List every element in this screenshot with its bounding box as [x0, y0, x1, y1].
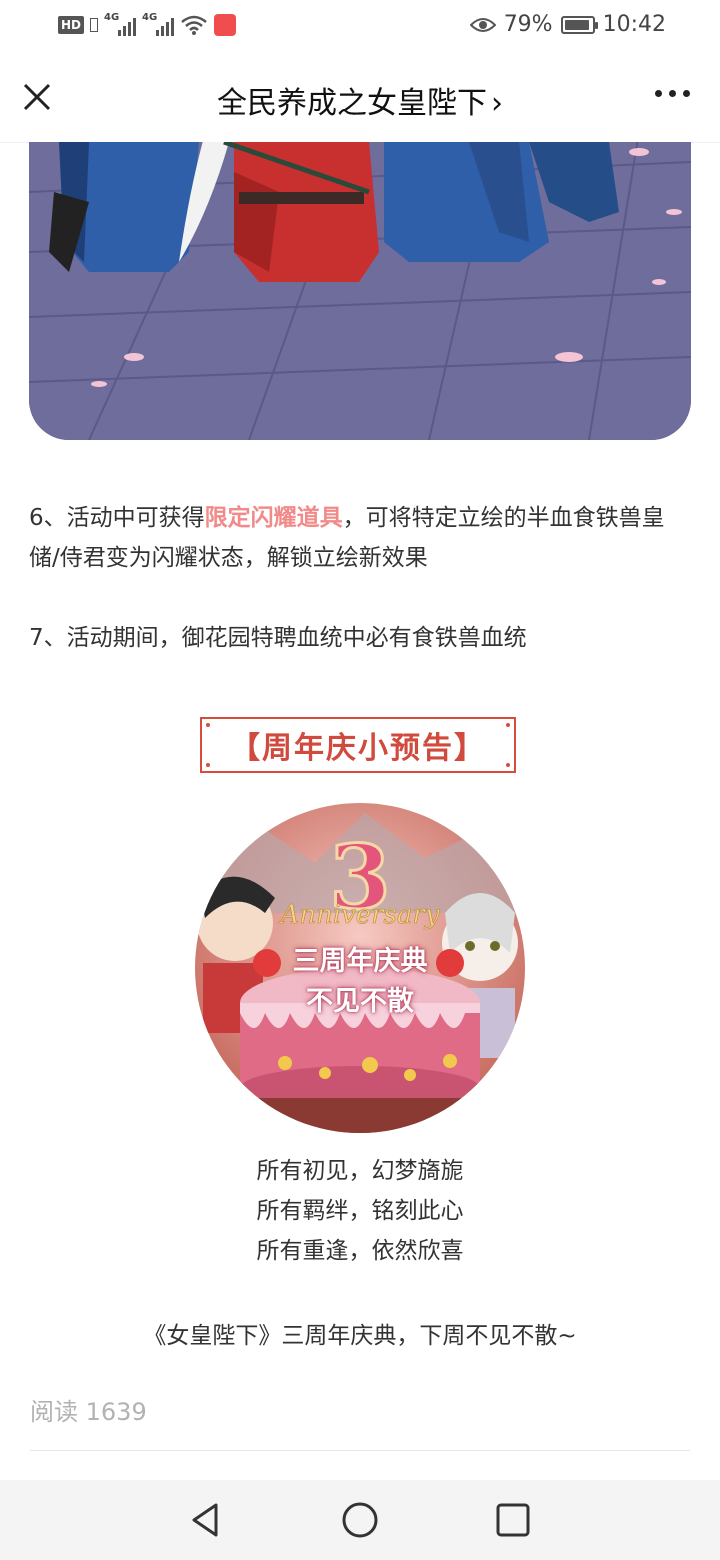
banner-illustration: [29, 142, 691, 440]
closing-line: 《女皇陛下》三周年庆典，下周不见不散~: [143, 1323, 577, 1349]
preview-heading: 【周年庆小预告】: [200, 717, 516, 773]
read-label: 阅读: [30, 1398, 78, 1426]
signal-1-label: 4G: [104, 12, 120, 23]
recents-square-icon: [496, 1503, 530, 1537]
chevron-right-icon: ›: [491, 86, 503, 121]
back-triangle-icon: [192, 1503, 218, 1537]
page-title: 全民养成之女皇陛下: [217, 86, 487, 121]
item-6-paragraph: 6、活动中可获得限定闪耀道具，可将特定立绘的半血食铁兽皇储/侍君变为闪耀状态，解…: [29, 498, 695, 578]
nav-recents-button[interactable]: [493, 1500, 533, 1540]
poem-line-3: 所有重逢，依然欣喜: [256, 1238, 464, 1264]
anniversary-word: Anniversary: [278, 900, 439, 930]
battery-icon: [560, 15, 598, 34]
wifi-icon: [180, 14, 208, 36]
signal-2-label: 4G: [142, 12, 158, 23]
read-count-value: 1639: [85, 1398, 147, 1426]
more-dot-icon: [683, 90, 690, 97]
home-circle-icon: [342, 1502, 378, 1538]
preview-heading-text: 【周年庆小预告】: [230, 731, 486, 766]
signal-icon-2: 4G: [142, 12, 175, 36]
close-button[interactable]: [20, 80, 54, 114]
poem-line-1: 所有初见，幻梦旖旎: [256, 1158, 464, 1184]
status-left-icons: HD 4G 4G: [58, 12, 237, 36]
status-bar: HD 4G 4G 79% 10:42: [0, 0, 720, 56]
banner-image: [29, 142, 691, 440]
status-right-icons: 79% 10:42: [469, 12, 666, 37]
anniversary-image: 3 Anniversary 三周年庆典 不见不散: [195, 803, 525, 1133]
image-caption-line1: 三周年庆典: [292, 946, 428, 977]
poem-line-2: 所有羁绊，铭刻此心: [256, 1198, 464, 1224]
system-nav-bar: [0, 1480, 720, 1560]
signal-icon-1: 4G: [104, 12, 137, 36]
account-title-link[interactable]: 全民养成之女皇陛下 ›: [110, 78, 610, 122]
image-caption-line2: 不见不散: [306, 986, 414, 1017]
eye-icon: [469, 17, 496, 32]
more-options-button[interactable]: [655, 90, 690, 97]
read-count: 阅读 1639: [30, 1392, 147, 1427]
item-6-prefix: 6、活动中可获得: [29, 505, 205, 531]
close-icon: [23, 83, 51, 111]
clock: 10:42: [602, 12, 666, 37]
sim-icon: [90, 18, 99, 32]
more-dot-icon: [655, 90, 662, 97]
nav-back-button[interactable]: [186, 1500, 226, 1540]
item-6-highlight: 限定闪耀道具: [204, 505, 343, 531]
divider: [30, 1450, 690, 1451]
title-bar: 全民养成之女皇陛下 ›: [0, 56, 720, 143]
gift-icon: [214, 14, 237, 36]
hd-badge: HD: [58, 16, 85, 34]
item-7-paragraph: 7、活动期间，御花园特聘血统中必有食铁兽血统: [29, 625, 527, 651]
article-content: 6、活动中可获得限定闪耀道具，可将特定立绘的半血食铁兽皇储/侍君变为闪耀状态，解…: [0, 142, 720, 1480]
battery-percent: 79%: [503, 12, 553, 37]
more-dot-icon: [669, 90, 676, 97]
nav-home-button[interactable]: [340, 1500, 380, 1540]
